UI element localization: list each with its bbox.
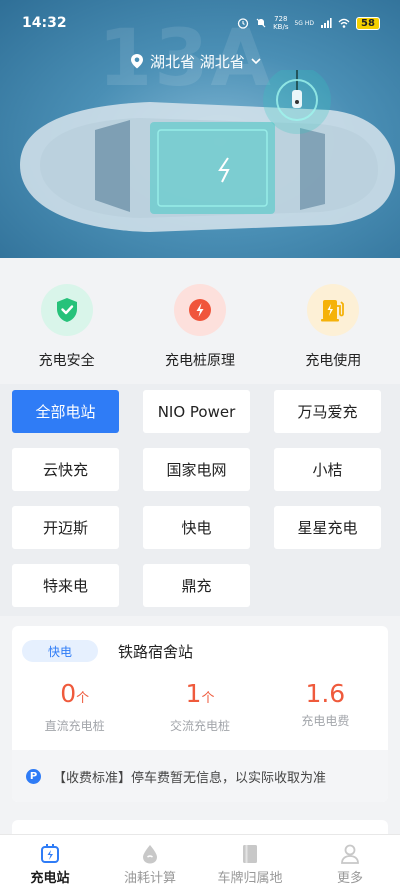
stat-ac: 1个 交流充电桩 xyxy=(137,680,262,734)
operator-filter-panel: 全部电站 NIO Power 万马爱充 云快充 国家电网 小桔 开迈斯 快电 星… xyxy=(0,384,400,616)
stat-dc: 0个 直流充电桩 xyxy=(12,680,137,734)
feature-label: 充电桩原理 xyxy=(164,353,235,369)
station-card-header: 快电 铁路宿舍站 xyxy=(12,626,388,662)
ac-count: 1 xyxy=(185,679,202,708)
operator-filter-grid: 全部电站 NIO Power 万马爱充 云快充 国家电网 小桔 开迈斯 快电 星… xyxy=(12,390,388,607)
fee-label: 充电电费 xyxy=(301,714,350,728)
feature-icon-wrap xyxy=(173,284,226,336)
network-speed-value: 728 xyxy=(274,15,288,23)
lightning-icon xyxy=(188,299,211,321)
dc-count: 0 xyxy=(60,679,77,708)
car-illustration xyxy=(20,70,395,232)
filter-chip-state-grid[interactable]: 国家电网 xyxy=(143,448,250,491)
network-speed: 728 KB/s xyxy=(273,15,288,31)
feature-icon-wrap xyxy=(40,284,93,336)
feature-label: 充电安全 xyxy=(38,353,95,369)
filter-chip-teld[interactable]: 特来电 xyxy=(12,564,119,607)
ac-unit: 个 xyxy=(201,691,215,706)
fee-value: 1.6 xyxy=(305,679,346,708)
nav-more[interactable]: 更多 xyxy=(305,843,395,886)
station-stats: 0个 直流充电桩 1个 交流充电桩 1.6 充电电费 xyxy=(12,680,388,734)
charging-station-icon xyxy=(41,844,59,863)
parking-note: 【收费标准】停车费暂无信息，以实际收取为准 xyxy=(53,770,327,786)
status-time: 14:32 xyxy=(22,15,67,31)
parking-info: P 【收费标准】停车费暂无信息，以实际收取为准 xyxy=(12,750,388,802)
status-indicators: 728 KB/s 5G HD 58 xyxy=(237,15,380,31)
ac-label: 交流充电桩 xyxy=(169,719,230,733)
dc-count-wrap: 0个 xyxy=(60,680,89,713)
nav-charging-station[interactable]: 充电站 xyxy=(5,843,95,886)
feature-label: 充电使用 xyxy=(305,353,362,369)
filter-chip-kuaidian[interactable]: 快电 xyxy=(143,506,250,549)
location-pin-icon xyxy=(131,54,143,69)
location-selector[interactable]: 湖北省 湖北省 xyxy=(130,50,261,72)
feature-charger-principle[interactable]: 充电桩原理 xyxy=(145,284,255,384)
filter-chip-all[interactable]: 全部电站 xyxy=(12,390,119,433)
battery-indicator: 58 xyxy=(356,16,380,30)
wifi-icon xyxy=(338,18,350,28)
dc-unit: 个 xyxy=(76,691,90,706)
filter-chip-nio-power[interactable]: NIO Power xyxy=(143,390,250,433)
nav-label: 充电站 xyxy=(30,871,70,886)
nav-label: 车牌归属地 xyxy=(217,871,283,886)
filter-chip-kaimaisi[interactable]: 开迈斯 xyxy=(12,506,119,549)
signal-icon xyxy=(321,18,332,28)
stat-fee: 1.6 充电电费 xyxy=(263,680,388,734)
nav-plate-lookup[interactable]: 车牌归属地 xyxy=(205,843,295,886)
filter-chip-xingxing[interactable]: 星星充电 xyxy=(274,506,381,549)
dc-label: 直流充电桩 xyxy=(44,719,105,733)
feature-icon-wrap xyxy=(307,284,360,336)
chevron-down-icon xyxy=(251,58,261,65)
network-speed-unit: KB/s xyxy=(273,23,289,31)
parking-icon: P xyxy=(26,768,41,784)
nav-label: 油耗计算 xyxy=(123,871,176,886)
nav-fuel-calculator[interactable]: 油耗计算 xyxy=(105,843,195,886)
filter-chip-yunkuaichong[interactable]: 云快充 xyxy=(12,448,119,491)
network-type: 5G HD xyxy=(294,19,314,27)
station-card[interactable]: 快电 铁路宿舍站 0个 直流充电桩 1个 交流充电桩 1.6 充电电费 P 【收… xyxy=(12,626,388,802)
filter-chip-wanma[interactable]: 万马爱充 xyxy=(274,390,381,433)
location-text: 湖北省 湖北省 xyxy=(150,52,245,71)
feature-row: 充电安全 充电桩原理 充电使用 xyxy=(0,258,400,384)
bottom-nav: 充电站 油耗计算 车牌归属地 更多 xyxy=(0,834,400,889)
silent-icon xyxy=(256,18,266,28)
feature-charging-usage[interactable]: 充电使用 xyxy=(278,284,388,384)
ac-count-wrap: 1个 xyxy=(186,680,215,713)
nav-label: 更多 xyxy=(336,871,363,886)
user-icon xyxy=(341,844,359,864)
station-type-badge: 快电 xyxy=(22,640,98,662)
feature-charging-safety[interactable]: 充电安全 xyxy=(12,284,122,384)
station-name: 铁路宿舍站 xyxy=(118,642,194,661)
book-icon xyxy=(243,845,257,863)
filter-chip-xiaoju[interactable]: 小桔 xyxy=(274,448,381,491)
alarm-icon xyxy=(237,18,249,29)
charging-pile-icon xyxy=(321,300,345,322)
status-bar: 14:32 728 KB/s 5G HD 58 xyxy=(0,0,400,46)
hero-banner: 13A 14:32 728 KB/s 5G HD 58 湖北省 湖北省 xyxy=(0,0,400,258)
fuel-drop-icon xyxy=(143,845,157,864)
filter-chip-dingchong[interactable]: 鼎充 xyxy=(143,564,250,607)
shield-check-icon xyxy=(56,298,77,322)
